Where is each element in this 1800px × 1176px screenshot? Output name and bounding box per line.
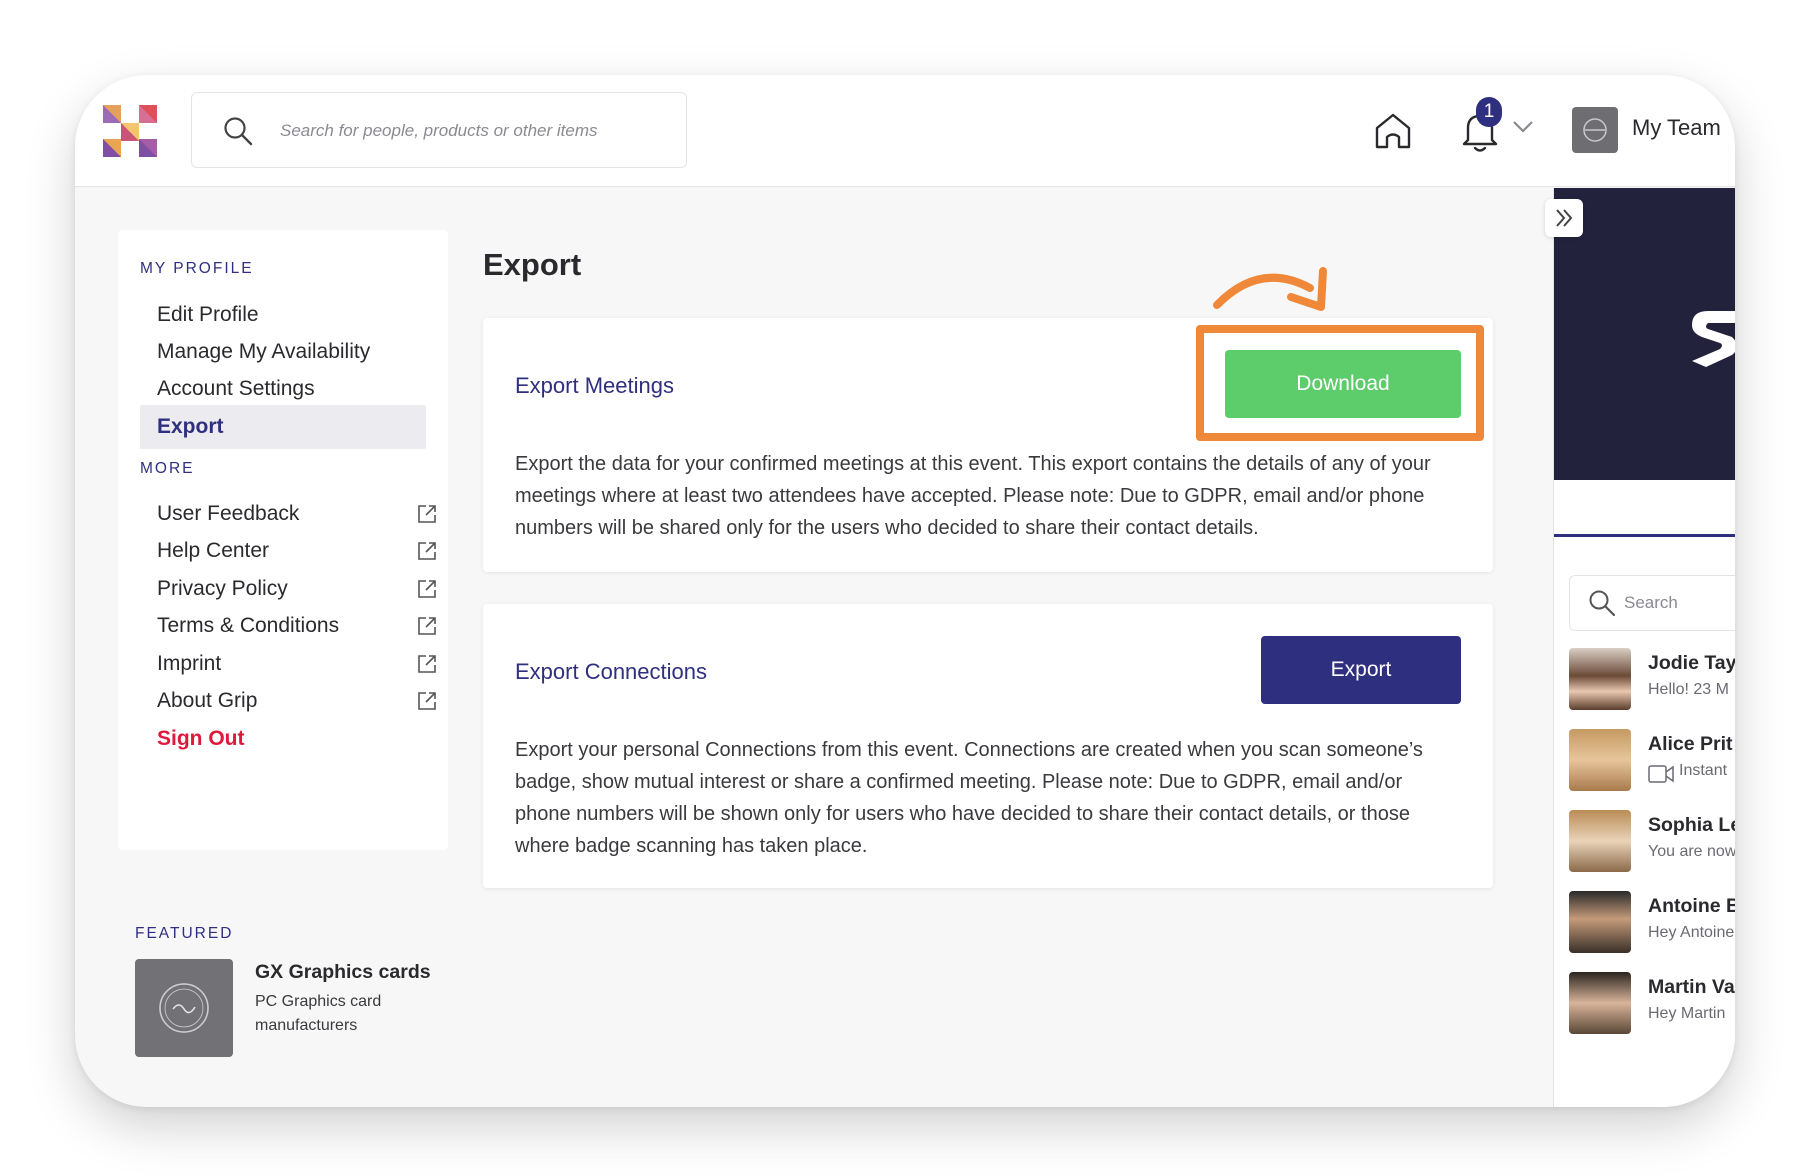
annotation-arrow-icon [1213,267,1327,311]
chat-name: Alice Prit [1648,733,1733,755]
export-meetings-description: Export the data for your confirmed meeti… [515,453,1431,539]
collapse-panel-button[interactable] [1545,199,1583,237]
chat-preview: Instant [1679,762,1728,779]
chat-name: Antoine B [1648,895,1735,917]
nav-label: Help Center [157,539,270,562]
nav-label: About Grip [157,689,258,712]
chat-item[interactable]: Martin Va Hey Martin [1569,972,1735,1036]
chat-name: Sophia Le [1648,814,1735,836]
download-highlight [1196,325,1484,441]
external-link-icon [418,692,436,710]
top-bar: 1 My Team [75,75,1735,187]
export-button[interactable]: Export [1261,636,1461,704]
nav-export[interactable]: Export [140,405,426,449]
exhibitor-logo-icon [159,983,209,1033]
search-input[interactable] [280,113,670,149]
nav-label: Terms & Conditions [157,614,340,637]
nav-label: Privacy Policy [157,577,288,600]
chat-search-placeholder: Search [1624,593,1678,612]
chat-preview: Hey Antoine [1648,924,1735,941]
page-title: Export [483,247,582,282]
sign-out-link[interactable]: Sign Out [140,717,426,761]
chat-item[interactable]: Jodie Tayl Hello! 23 M [1569,648,1735,712]
avatar [1569,648,1631,710]
chat-preview: Hello! 23 M [1648,681,1729,698]
video-call-icon [1648,765,1674,783]
search-icon [1589,590,1616,617]
chat-preview: Hey Martin [1648,1005,1726,1022]
chat-name: Martin Va [1648,976,1735,998]
chat-preview: You are now [1648,843,1735,860]
notification-badge: 1 [1476,97,1502,127]
nav-label: User Feedback [157,502,300,525]
avatar [1569,729,1631,791]
team-logo-icon [1583,118,1607,142]
nav-label: Imprint [157,652,222,675]
export-connections-title: Export Connections [515,659,707,684]
external-link-icon [418,580,436,598]
event-logo-icon [1692,311,1735,367]
export-connections-card: Export Connections Export Export your pe… [483,604,1493,888]
export-meetings-title: Export Meetings [515,373,674,398]
external-link-icon [418,505,436,523]
chat-search[interactable]: Search [1569,575,1735,631]
export-connections-description: Export your personal Connections from th… [515,739,1423,857]
team-label[interactable]: My Team [1632,115,1721,141]
chat-item[interactable]: Antoine B Hey Antoine [1569,891,1735,955]
chat-item[interactable]: Sophia Le You are now [1569,810,1735,874]
chevron-down-icon[interactable] [1512,120,1534,134]
my-profile-heading: MY PROFILE [140,260,254,277]
featured-name[interactable]: GX Graphics cards [255,961,431,984]
external-link-icon [418,617,436,635]
external-link-icon [418,542,436,560]
app-window: 1 My Team MY PROFILE Edit Profile Manage… [75,75,1735,1107]
profile-sidebar: MY PROFILE Edit Profile Manage My Availa… [118,230,448,850]
featured-description: PC Graphics card manufacturers [255,993,382,1034]
featured-heading: FEATURED [135,925,234,942]
chat-panel: Search Jodie Tayl Hello! 23 M Alice Prit… [1553,188,1735,1107]
featured-thumbnail[interactable] [135,959,233,1057]
chat-name: Jodie Tayl [1648,652,1735,674]
active-tab-indicator [1554,534,1735,537]
avatar [1569,972,1631,1034]
team-avatar[interactable] [1572,107,1618,153]
home-icon[interactable] [1372,110,1414,152]
grip-logo-icon[interactable] [103,105,157,157]
chat-item[interactable]: Alice Prit Instant [1569,729,1735,793]
avatar [1569,810,1631,872]
search-icon [224,117,253,146]
global-search[interactable] [191,92,687,168]
double-chevron-right-icon [1556,209,1573,227]
external-link-icon [418,655,436,673]
avatar [1569,891,1631,953]
more-heading: MORE [140,460,195,477]
